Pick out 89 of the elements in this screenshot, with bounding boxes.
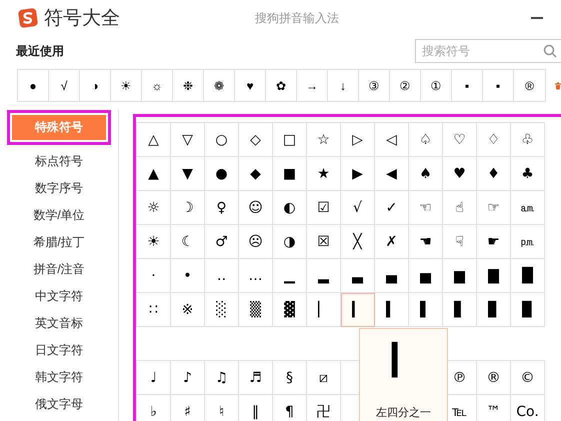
symbol-cell[interactable]: ■ [273,157,307,191]
symbol-cell[interactable]: ♬ [239,361,273,395]
symbol-cell[interactable]: ▃ [341,259,375,293]
app-name: 搜狗拼音输入法 [255,10,339,26]
symbol-cell[interactable]: ★ [307,157,341,191]
symbol-cell[interactable]: █ [511,259,545,293]
symbol-cell[interactable]: ◇ [239,123,273,157]
symbol-cell[interactable]: … [239,259,273,293]
symbol-cell[interactable]: ▷ [341,123,375,157]
symbol-cell[interactable]: ▼ [171,157,205,191]
symbol-cell[interactable]: • [171,259,205,293]
symbol-cell[interactable]: ▓ [273,293,307,327]
symbol-cell[interactable]: ♂ [205,225,239,259]
symbol-cell[interactable]: ♡ [443,123,477,157]
symbol-cell[interactable]: ▍ [375,293,409,327]
symbol-cell[interactable]: ▏ [307,293,341,327]
symbol-cell[interactable]: ☟ [443,225,477,259]
symbol-cell[interactable]: □ [273,123,307,157]
tooltip-label: 左四分之一 [376,405,431,420]
symbol-cell[interactable]: ㏘ [511,225,545,259]
symbol-cell[interactable]: ☹ [239,225,273,259]
symbol-cell[interactable]: ♫ [205,361,239,395]
symbol-cell[interactable]: ♀ [205,191,239,225]
symbol-cell[interactable]: ◆ [239,157,273,191]
symbol-cell[interactable]: ☚ [409,225,443,259]
symbol-cell[interactable]: ▌ [409,293,443,327]
recent-label: 最近使用 [16,42,64,60]
tooltip-symbol: ▎ [392,343,416,380]
symbol-cell[interactable]: ▲ [137,157,171,191]
window-title: 符号大全 [44,6,120,31]
symbol-cell[interactable]: ▂ [307,259,341,293]
symbol-cell[interactable]: ㏂ [511,191,545,225]
symbol-cell[interactable]: ♠ [409,157,443,191]
symbol-cell[interactable]: ▁ [273,259,307,293]
symbol-cell[interactable]: ▋ [443,293,477,327]
symbol-cell[interactable]: ☀ [137,225,171,259]
symbol-cell[interactable]: ♪ [171,361,205,395]
symbol-cell[interactable]: ☑ [307,191,341,225]
symbol-cell[interactable]: · [137,259,171,293]
symbol-cell[interactable]: ▊ [477,293,511,327]
symbol-cell[interactable]: △ [137,123,171,157]
symbol-cell[interactable]: ☺ [239,191,273,225]
symbol-cell[interactable]: ☒ [307,225,341,259]
symbol-cell[interactable]: ✓ [375,191,409,225]
symbol-cell[interactable]: ♧ [511,123,545,157]
symbol-cell[interactable]: ☼ [137,191,171,225]
symbol-cell[interactable]: ▎ [341,293,375,327]
minimize-icon[interactable] [531,16,543,20]
symbol-cell[interactable]: ♤ [409,123,443,157]
symbol-cell[interactable]: ☛ [477,225,511,259]
symbol-cell[interactable]: © [511,361,545,395]
symbol-cell[interactable]: ◑ [273,225,307,259]
symbol-cell[interactable]: ▄ [375,259,409,293]
symbol-cell[interactable]: ▆ [443,259,477,293]
symbol-cell[interactable]: ∷ [137,293,171,327]
symbol-cell[interactable]: ♣ [511,157,545,191]
symbol-cell[interactable]: ◁ [375,123,409,157]
symbol-cell[interactable]: ▇ [477,259,511,293]
symbol-cell[interactable]: ☜ [409,191,443,225]
logo-icon [18,8,38,28]
symbol-cell[interactable]: ‥ [205,259,239,293]
symbol-cell[interactable]: ✗ [375,225,409,259]
symbol-cell[interactable]: ◀ [375,157,409,191]
symbol-cell[interactable]: ▶ [341,157,375,191]
symbol-cell[interactable]: √ [341,191,375,225]
symbol-cell[interactable]: ▉ [511,293,545,327]
symbol-cell[interactable]: ▽ [171,123,205,157]
search-icon[interactable] [543,44,557,58]
symbol-cell[interactable]: ● [205,157,239,191]
symbol-cell[interactable]: ☽ [171,191,205,225]
symbol-cell[interactable]: ♩ [137,361,171,395]
symbol-cell[interactable]: ☞ [477,191,511,225]
symbol-cell[interactable]: ♦ [477,157,511,191]
symbol-cell[interactable]: ♢ [477,123,511,157]
symbol-cell[interactable]: ▒ [239,293,273,327]
symbol-cell[interactable]: ◐ [273,191,307,225]
symbol-cell[interactable]: ☝ [443,191,477,225]
symbol-cell[interactable]: ※ [171,293,205,327]
symbol-cell[interactable]: ☾ [171,225,205,259]
symbol-cell[interactable]: ® [477,361,511,395]
symbol-cell[interactable]: ╳ [341,225,375,259]
symbol-cell[interactable]: ▅ [409,259,443,293]
symbol-cell[interactable]: ○ [205,123,239,157]
symbol-cell[interactable]: § [273,361,307,395]
symbol-cell[interactable]: ⧄ [307,361,341,395]
symbol-cell[interactable]: ☆ [307,123,341,157]
symbol-cell[interactable]: ░ [205,293,239,327]
symbol-cell[interactable]: ♥ [443,157,477,191]
search-field[interactable]: 搜索符号 [415,39,561,63]
